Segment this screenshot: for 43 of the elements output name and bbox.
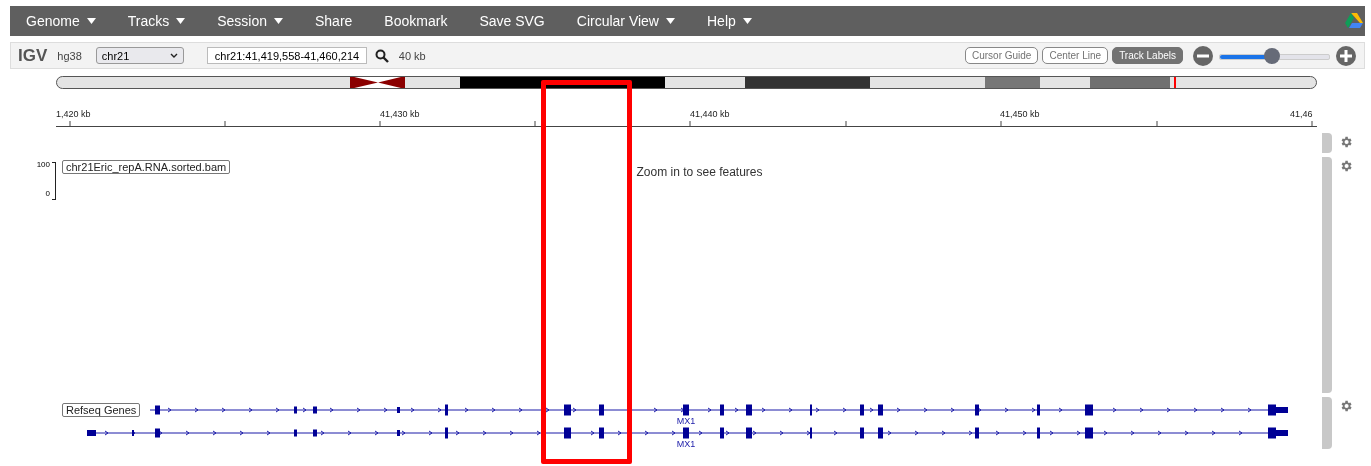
settings-icon[interactable] bbox=[1339, 399, 1353, 413]
track-scrollbar[interactable] bbox=[1322, 157, 1332, 393]
track-label[interactable]: Refseq Genes bbox=[62, 403, 141, 417]
gene-label: MX1 bbox=[676, 439, 696, 449]
toggle-button[interactable]: Track Labels bbox=[1112, 47, 1183, 64]
search-icon[interactable] bbox=[374, 48, 389, 63]
ruler-label: 41,430 kb bbox=[380, 109, 420, 119]
scale-min: 0 bbox=[45, 189, 50, 198]
menu-item[interactable]: Share bbox=[305, 13, 363, 29]
app-logo: IGV bbox=[18, 45, 48, 66]
settings-icon[interactable] bbox=[1339, 135, 1353, 149]
scale-bracket bbox=[52, 162, 56, 200]
settings-icon[interactable] bbox=[1339, 159, 1353, 173]
zoom-in-icon[interactable] bbox=[1336, 45, 1356, 66]
toggle-button[interactable]: Center Line bbox=[1042, 47, 1109, 64]
scale-max: 100 bbox=[36, 160, 50, 169]
menu-item[interactable]: Session bbox=[207, 13, 293, 29]
gene-feature[interactable] bbox=[149, 404, 1288, 416]
ruler-label: 41,450 kb bbox=[1000, 109, 1040, 119]
track-label[interactable]: chr21Eric_repA.RNA.sorted.bam bbox=[62, 160, 231, 174]
ruler-label: 1,420 kb bbox=[56, 109, 91, 119]
triangle-logo-icon[interactable] bbox=[1345, 13, 1363, 29]
menu-item[interactable]: Help bbox=[697, 13, 762, 29]
zoom-message: Zoom in to see features bbox=[636, 165, 763, 179]
chevron-down-icon bbox=[169, 53, 178, 58]
menu-item[interactable]: Circular View bbox=[566, 13, 685, 29]
ruler-label: 41,440 kb bbox=[690, 109, 730, 119]
locus-field[interactable]: chr21:41,419,558-41,460,214 bbox=[206, 47, 367, 64]
view-width: 40 kb bbox=[398, 49, 426, 62]
toggle-button[interactable]: Cursor Guide bbox=[964, 47, 1039, 64]
menu-item[interactable]: Genome bbox=[16, 13, 106, 29]
track-scrollbar[interactable] bbox=[1322, 133, 1332, 153]
chromosome-select[interactable]: chr21 bbox=[95, 47, 184, 64]
gene-label: MX1 bbox=[676, 416, 696, 426]
menu-item[interactable]: Bookmark bbox=[374, 13, 458, 29]
genome-label: hg38 bbox=[57, 49, 82, 62]
gene-feature[interactable] bbox=[86, 427, 1288, 439]
zoom-out-icon[interactable] bbox=[1193, 45, 1213, 66]
menu-item[interactable]: Save SVG bbox=[469, 13, 555, 29]
track-scrollbar[interactable] bbox=[1322, 397, 1332, 449]
menu-item[interactable]: Tracks bbox=[117, 13, 196, 29]
chromosome-ideogram-drawing[interactable] bbox=[56, 76, 1318, 90]
ruler-label: 41,46 bbox=[1290, 109, 1313, 119]
